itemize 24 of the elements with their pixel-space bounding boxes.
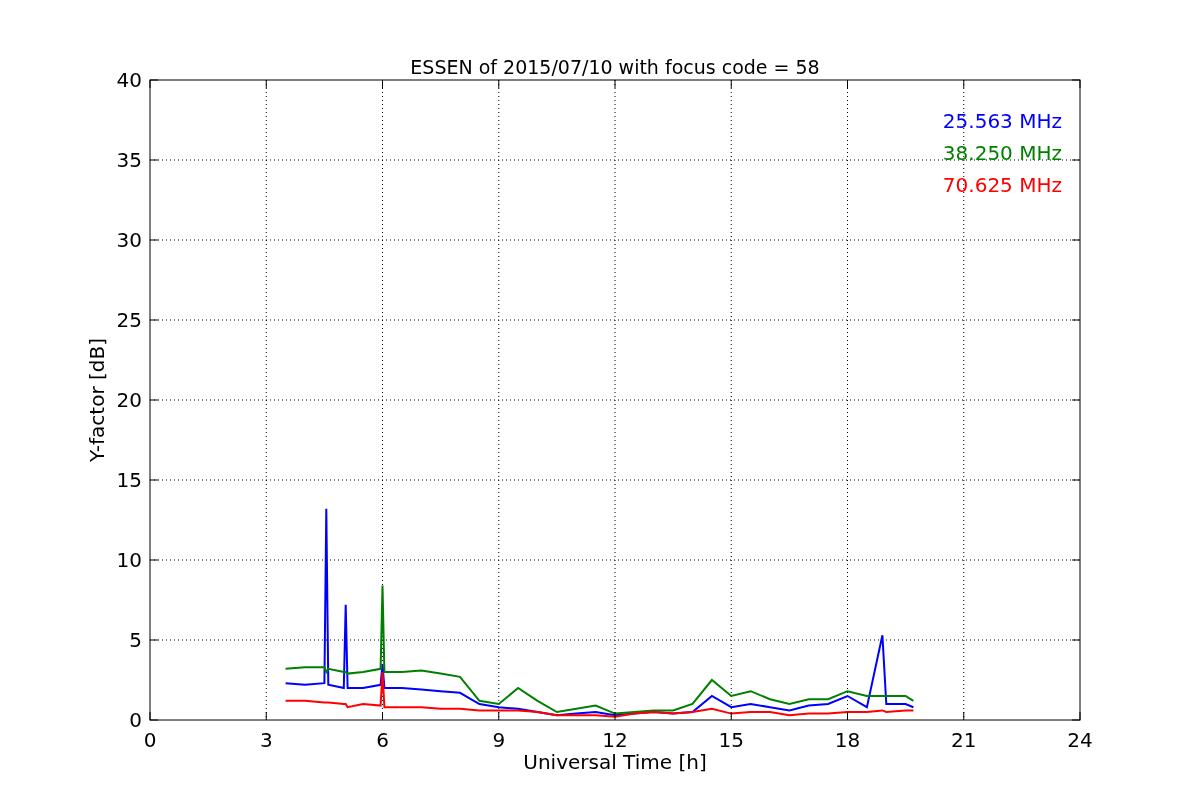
y-tick-label: 10: [116, 548, 142, 572]
y-tick-label: 15: [116, 468, 142, 492]
x-tick-label: 18: [834, 728, 861, 752]
y-axis-label: Y-factor [dB]: [85, 338, 109, 462]
y-tick-label: 25: [116, 308, 142, 332]
x-tick-label: 15: [718, 728, 744, 752]
x-tick-label: 12: [602, 728, 628, 752]
x-tick-label: 9: [492, 728, 506, 752]
x-tick-label: 0: [143, 728, 157, 752]
x-tick-label: 3: [259, 728, 273, 752]
x-tick-label: 24: [1067, 728, 1093, 752]
y-tick-label: 0: [129, 708, 142, 732]
y-tick-label: 5: [129, 628, 142, 652]
y-tick-label: 30: [116, 228, 142, 252]
x-tick-label: 21: [951, 728, 977, 752]
legend-label: 70.625 MHz: [942, 173, 1062, 197]
y-tick-label: 20: [116, 388, 142, 412]
chart-title: ESSEN of 2015/07/10 with focus code = 58: [410, 56, 820, 78]
x-axis-label: Universal Time [h]: [523, 750, 707, 774]
legend-label: 25.563 MHz: [942, 109, 1062, 133]
y-tick-label: 40: [116, 68, 142, 92]
x-tick-label: 6: [376, 728, 389, 752]
legend-label: 38.250 MHz: [942, 141, 1062, 165]
y-tick-label: 35: [116, 148, 142, 172]
